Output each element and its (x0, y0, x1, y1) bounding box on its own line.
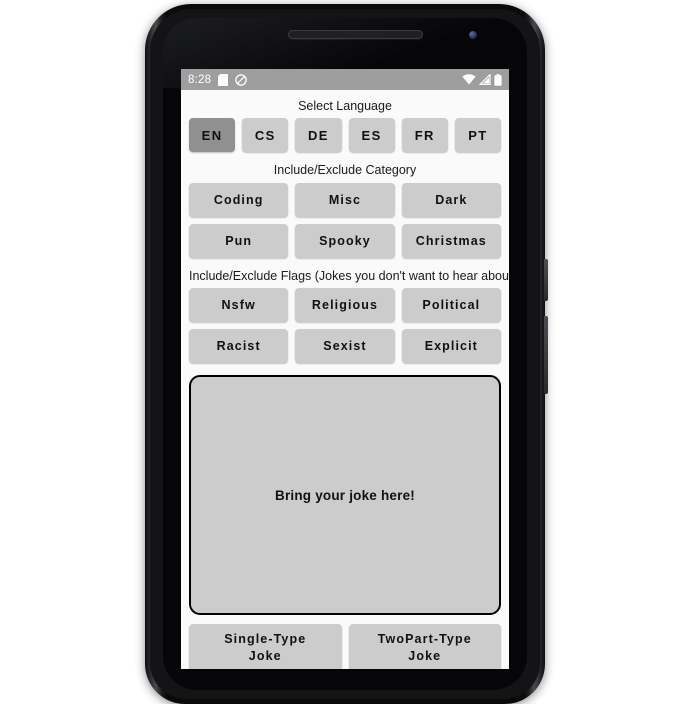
language-button-cs[interactable]: CS (242, 118, 289, 153)
category-button-christmas[interactable]: Christmas (401, 223, 501, 258)
cellular-signal-icon (479, 74, 491, 85)
power-button[interactable] (544, 259, 548, 301)
category-button-coding[interactable]: Coding (189, 182, 289, 217)
category-button-spooky[interactable]: Spooky (295, 223, 395, 258)
joke-display-text: Bring your joke here! (275, 487, 415, 503)
single-type-joke-label-line1: Single-Type (224, 632, 307, 647)
category-button-row-2: Pun Spooky Christmas (189, 223, 501, 258)
flag-button-religious[interactable]: Religious (295, 288, 395, 323)
single-type-joke-button[interactable]: Single-Type Joke (189, 624, 342, 669)
app-content: Select Language EN CS DE ES FR PT Includ… (181, 90, 509, 669)
twopart-type-joke-label-line1: TwoPart-Type (377, 632, 472, 647)
language-button-en[interactable]: EN (189, 118, 236, 153)
language-button-es[interactable]: ES (348, 118, 395, 153)
flags-button-row-2: Racist Sexist Explicit (189, 329, 501, 364)
earpiece-speaker-icon (288, 30, 423, 39)
category-button-row-1: Coding Misc Dark (189, 182, 501, 217)
language-button-row: EN CS DE ES FR PT (189, 118, 502, 153)
volume-button[interactable] (544, 316, 548, 394)
app-screen: 8:28 Select Language EN CS DE ES FR PT I… (181, 69, 509, 669)
flag-button-racist[interactable]: Racist (189, 329, 289, 364)
front-camera-icon (469, 31, 477, 39)
status-bar-clock: 8:28 (188, 73, 212, 86)
flags-section-label: Include/Exclude Flags (Jokes you don't w… (189, 268, 509, 283)
flag-button-political[interactable]: Political (401, 288, 501, 323)
joke-action-button-row: Single-Type Joke TwoPart-Type Joke (189, 624, 501, 669)
status-bar-left: 8:28 (188, 73, 247, 86)
phone-inner-bezel: 8:28 Select Language EN CS DE ES FR PT I… (150, 9, 540, 699)
language-button-fr[interactable]: FR (401, 118, 448, 153)
phone-device-frame: 8:28 Select Language EN CS DE ES FR PT I… (145, 4, 548, 704)
battery-icon (494, 73, 502, 86)
status-bar: 8:28 (181, 69, 509, 90)
language-button-de[interactable]: DE (295, 118, 342, 153)
category-section-label: Include/Exclude Category (273, 163, 417, 178)
category-button-pun[interactable]: Pun (189, 223, 289, 258)
flags-button-row-1: Nsfw Religious Political (189, 288, 501, 323)
sim-card-icon (218, 73, 229, 86)
phone-glass: 8:28 Select Language EN CS DE ES FR PT I… (163, 18, 527, 690)
category-button-dark[interactable]: Dark (401, 182, 501, 217)
category-button-misc[interactable]: Misc (295, 182, 395, 217)
flag-button-sexist[interactable]: Sexist (295, 329, 395, 364)
language-section-label: Select Language (298, 99, 392, 113)
language-button-pt[interactable]: PT (454, 118, 502, 153)
status-bar-right (462, 73, 502, 86)
flag-button-nsfw[interactable]: Nsfw (189, 288, 289, 323)
do-not-disturb-icon (235, 73, 247, 86)
wifi-icon (462, 74, 476, 85)
flag-button-explicit[interactable]: Explicit (401, 329, 501, 364)
twopart-type-joke-button[interactable]: TwoPart-Type Joke (348, 624, 501, 669)
joke-display-area: Bring your joke here! (189, 375, 501, 616)
